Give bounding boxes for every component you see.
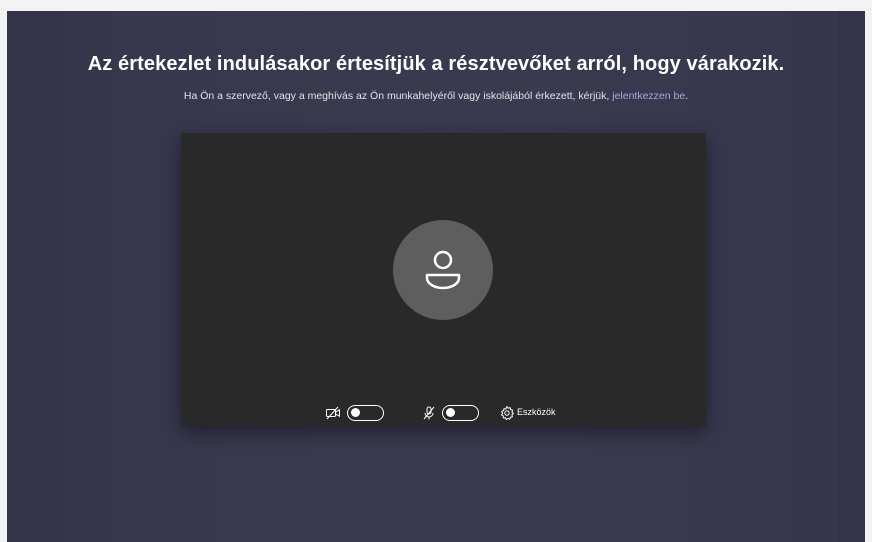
- meeting-lobby: Az értekezlet indulásakor értesítjük a r…: [7, 11, 865, 542]
- device-controls: Eszközök: [181, 401, 706, 425]
- camera-toggle-knob: [351, 408, 360, 417]
- microphone-toggle[interactable]: [442, 405, 479, 421]
- page-subtitle: Ha Ön a szervező, vagy a meghívás az Ön …: [7, 90, 865, 102]
- subtitle-end: .: [685, 90, 689, 102]
- mic-off-icon: [423, 406, 435, 420]
- camera-toggle[interactable]: [347, 405, 384, 421]
- subtitle-text: Ha Ön a szervező, vagy a meghívás az Ön …: [183, 90, 610, 102]
- sign-in-link[interactable]: jelentkezzen be: [612, 90, 685, 102]
- page-title: Az értekezlet indulásakor értesítjük a r…: [87, 53, 785, 75]
- tools-button[interactable]: Eszközök: [517, 407, 556, 417]
- gear-icon[interactable]: [499, 405, 515, 421]
- video-preview: Eszközök: [181, 133, 706, 426]
- camera-off-icon: [326, 406, 340, 420]
- avatar: [393, 220, 493, 320]
- person-icon: [425, 250, 461, 290]
- microphone-toggle-knob: [446, 408, 455, 417]
